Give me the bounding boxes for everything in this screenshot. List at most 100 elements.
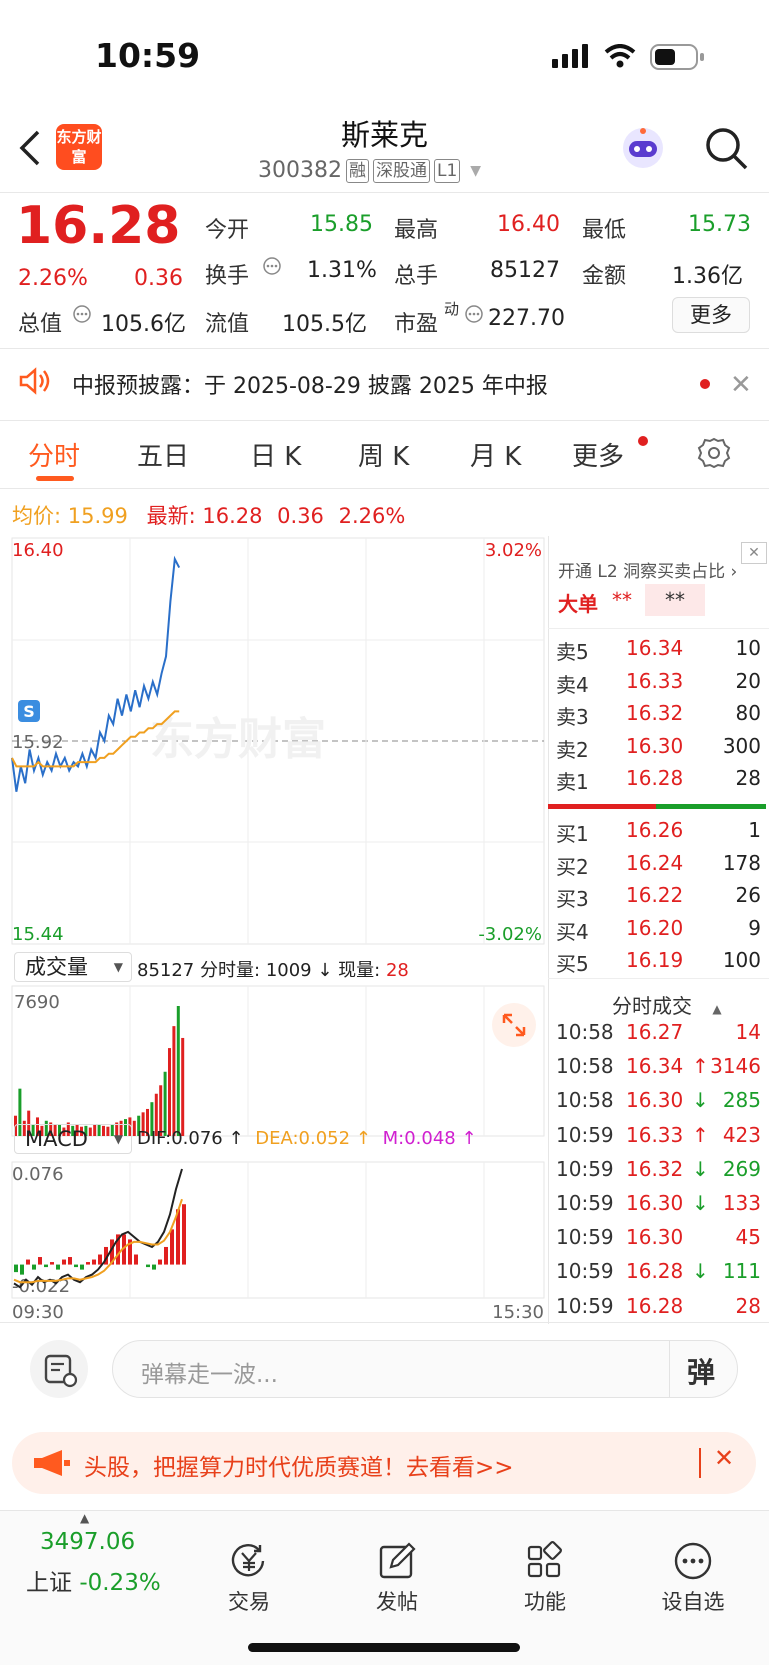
macd-histogram-bar	[80, 1264, 84, 1270]
macd-indicator-select[interactable]: MACD ▼	[14, 1124, 132, 1154]
more-button[interactable]: 更多	[672, 297, 750, 333]
macd-indicator-label: MACD	[25, 1127, 88, 1151]
close-icon[interactable]: ✕	[741, 542, 767, 564]
tick-volume: 133	[722, 1191, 761, 1215]
macd-histogram-bar	[92, 1259, 96, 1265]
low-label: 最低	[582, 218, 627, 243]
bid-row[interactable]: 买3 16.22 26	[556, 883, 761, 912]
dif-value: DIF:0.076	[137, 1128, 223, 1149]
ask-row[interactable]: 卖4 16.33 20	[556, 669, 761, 698]
home-indicator[interactable]	[248, 1643, 520, 1652]
tick-time: 10:59	[556, 1122, 614, 1147]
danmu-toggle-button[interactable]: 弹	[687, 1351, 715, 1391]
tab-weekly-k[interactable]: 周 K	[358, 436, 409, 473]
nav-watchlist[interactable]: 设自选	[648, 1541, 738, 1616]
caret-up-icon: ▲	[80, 1511, 90, 1525]
ask-price: 16.30	[626, 733, 684, 758]
tick-row: 10:59 16.33 ↑ 423	[556, 1123, 761, 1147]
change-amount: 0.36	[134, 266, 183, 291]
bid-row[interactable]: 买4 16.20 9	[556, 916, 761, 945]
tab-monthly-k[interactable]: 月 K	[470, 436, 521, 473]
expand-icon[interactable]	[492, 1003, 536, 1047]
ask-ratio-bar	[548, 804, 656, 809]
index-change: -0.23%	[79, 1570, 161, 1596]
info-dots-icon[interactable]	[464, 304, 484, 328]
watermark: 东方财富	[150, 715, 326, 764]
latest-change: 0.36	[277, 504, 324, 528]
volume-bar	[168, 1048, 171, 1136]
tick-row: 10:58 16.30 ↓ 285	[556, 1088, 761, 1112]
ask-row[interactable]: 卖5 16.34 10	[556, 636, 761, 665]
volume-indicator-select[interactable]: 成交量 ▼	[14, 952, 132, 982]
latest-value: 16.28	[202, 504, 263, 528]
tab-daily-k[interactable]: 日 K	[250, 436, 301, 473]
signal-icon	[552, 44, 592, 72]
promo-banner[interactable]: 头股，把握算力时代优质赛道！去看看>> ✕	[12, 1432, 756, 1494]
notice-bar[interactable]: 中报预披露：于 2025-08-29 披露 2025 年中报 ✕	[0, 352, 769, 416]
index-value[interactable]: 3497.06	[40, 1529, 135, 1555]
s-marker-icon[interactable]: S	[18, 700, 40, 722]
nav-post[interactable]: 发帖	[352, 1541, 442, 1616]
index-ticker[interactable]: 上证 -0.23%	[26, 1563, 161, 1597]
search-icon[interactable]	[704, 126, 748, 174]
open-value: 15.85	[310, 212, 373, 237]
amount-label: 金额	[582, 264, 627, 289]
nav-functions[interactable]: 功能	[500, 1541, 590, 1616]
intraday-charts[interactable]: 东方财富 16.40 15.92 15.44 3.02% -3.02% S 76…	[0, 536, 548, 1326]
divider	[0, 348, 769, 349]
macd-histogram-bar	[182, 1204, 186, 1265]
ask-row[interactable]: 卖3 16.32 80	[556, 701, 761, 730]
status-time: 10:59	[95, 36, 201, 75]
settings-gear-icon[interactable]	[697, 436, 731, 474]
l2-promo[interactable]: 开通 L2 洞察买卖占比 ›	[558, 557, 737, 582]
tick-price: 16.28	[626, 1293, 684, 1318]
tab-five-day[interactable]: 五日	[137, 436, 189, 473]
info-dots-icon[interactable]	[72, 304, 92, 328]
tick-time: 10:58	[556, 1088, 614, 1113]
danmu-placeholder: 弹幕走一波...	[141, 1362, 278, 1388]
volume-panel-frame	[11, 985, 545, 1137]
amount-value: 1.36亿	[672, 264, 743, 289]
bid-row[interactable]: 买1 16.26 1	[556, 818, 761, 847]
macd-histogram-bar	[170, 1229, 174, 1265]
tick-row: 10:59 16.30 ↓ 133	[556, 1191, 761, 1215]
float-label: 流值	[205, 312, 250, 337]
macd-histogram-bar	[26, 1259, 30, 1265]
chevron-down-icon[interactable]: ▼	[470, 163, 481, 179]
tag-level: L1	[433, 158, 461, 183]
bid-row[interactable]: 买2 16.24 178	[556, 851, 761, 880]
tick-price: 16.30	[626, 1191, 684, 1215]
divider	[0, 192, 769, 193]
ticks-title[interactable]: 分时成交 ▲	[612, 990, 722, 1019]
bid-volume: 1	[748, 818, 761, 842]
close-icon[interactable]: ✕	[714, 1444, 734, 1472]
ask-label: 卖3	[556, 705, 589, 729]
tick-direction	[692, 1020, 706, 1044]
tick-price: 16.34	[626, 1054, 684, 1079]
danmu-input[interactable]: 弹幕走一波... 弹	[112, 1340, 738, 1398]
macd-histogram-bar	[38, 1257, 42, 1265]
robot-avatar-icon[interactable]	[620, 125, 666, 175]
ask-row[interactable]: 卖1 16.28 28	[556, 766, 761, 795]
info-dots-icon[interactable]	[262, 256, 282, 280]
bid-label: 买1	[556, 822, 589, 846]
bid-row[interactable]: 买5 16.19 100	[556, 948, 761, 977]
dif-line	[13, 1168, 183, 1289]
tab-more[interactable]: 更多	[572, 436, 624, 473]
more-icon	[674, 1542, 712, 1580]
tag-margin: 融	[345, 158, 369, 183]
nav-trade[interactable]: 交易	[204, 1541, 294, 1616]
ask-label: 卖1	[556, 770, 589, 794]
ask-volume: 10	[735, 636, 761, 660]
tick-time: 10:59	[556, 1191, 614, 1215]
ask-row[interactable]: 卖2 16.30 300	[556, 734, 761, 763]
tick-row: 10:58 16.34 ↑ 3146	[556, 1054, 761, 1078]
volume-bar	[163, 1071, 167, 1136]
notes-icon[interactable]	[30, 1340, 88, 1398]
close-icon[interactable]: ✕	[730, 370, 752, 400]
promo-text: 头股，把握算力时代优质赛道！去看看>>	[84, 1455, 514, 1481]
tab-intraday[interactable]: 分时	[28, 436, 80, 473]
latest-change-pct: 2.26%	[338, 504, 406, 528]
ask-price: 16.34	[626, 636, 684, 660]
tick-price: 16.33	[626, 1122, 684, 1147]
